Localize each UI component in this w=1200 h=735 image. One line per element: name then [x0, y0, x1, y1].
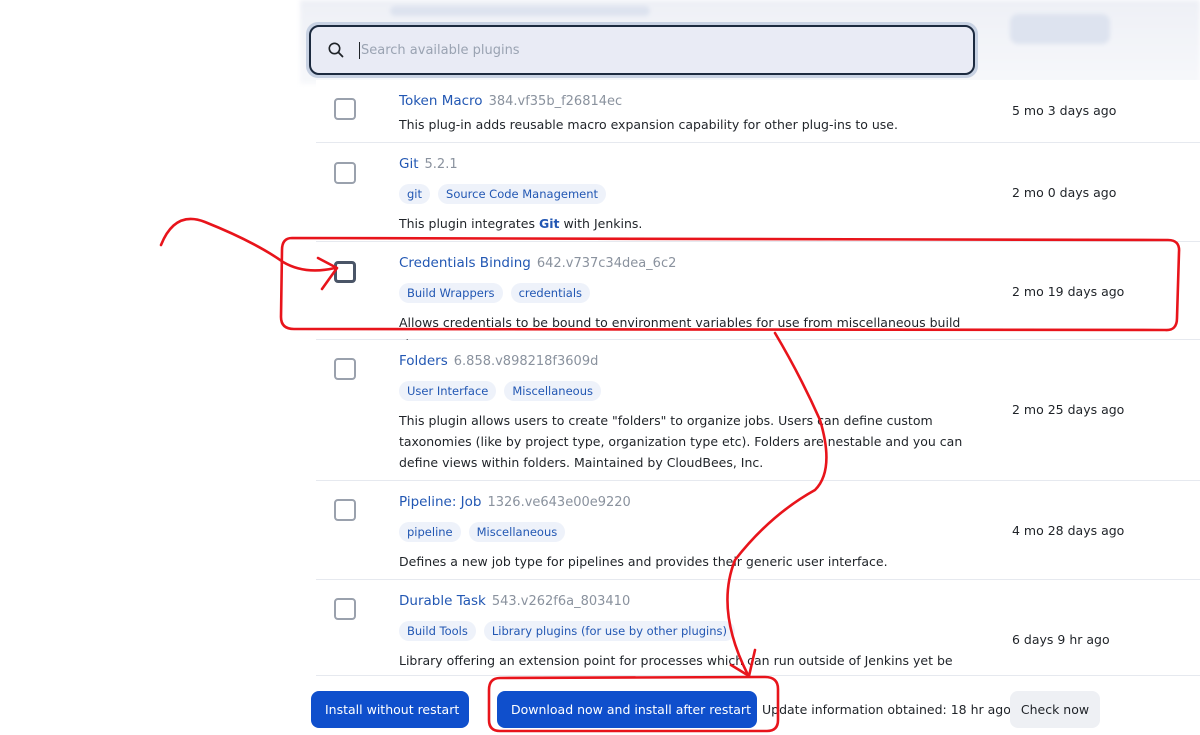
annotation-arrow-to-checkbox: [159, 217, 337, 272]
plugin-name-link[interactable]: Durable Task: [399, 593, 486, 609]
check-now-button[interactable]: Check now: [1010, 691, 1100, 728]
plugin-tags: Build Tools Library plugins (for use by …: [399, 621, 989, 641]
plugin-released: 2 mo 0 days ago: [1012, 185, 1117, 200]
plugin-tag[interactable]: Miscellaneous: [468, 522, 566, 542]
plugin-released: 2 mo 25 days ago: [1012, 402, 1125, 417]
plugin-version: 384.vf35b_f26814ec: [488, 94, 623, 109]
plugin-info: Folders 6.858.v898218f3609d User Interfac…: [399, 352, 989, 473]
plugin-info: Git 5.2.1 git Source Code Management This…: [399, 155, 989, 234]
git-link[interactable]: Git: [539, 216, 560, 231]
plugin-tags: Build Wrappers credentials: [399, 283, 989, 303]
plugin-row-token-macro: Token Macro 384.vf35b_f26814ec This plug-…: [316, 80, 1200, 143]
plugin-tag[interactable]: Miscellaneous: [504, 381, 601, 401]
search-focus-ring: [306, 22, 978, 78]
install-without-restart-button[interactable]: Install without restart: [311, 691, 469, 728]
search-icon: [328, 42, 344, 58]
plugin-row-durable-task: Durable Task 543.v262f6a_803410 Build Too…: [316, 580, 1200, 676]
plugin-row-pipeline-job: Pipeline: Job 1326.ve643e00e9220 pipeline…: [316, 481, 1200, 580]
plugin-tag[interactable]: Build Tools: [399, 621, 476, 641]
plugin-tags: git Source Code Management: [399, 184, 989, 204]
plugin-tag[interactable]: pipeline: [399, 522, 461, 542]
search-input[interactable]: [359, 41, 943, 59]
plugin-manager-page: Token Macro 384.vf35b_f26814ec This plug-…: [0, 0, 1200, 735]
plugin-name-link[interactable]: Pipeline: Job: [399, 494, 481, 510]
plugin-tag[interactable]: git: [399, 184, 431, 204]
plugin-tag[interactable]: User Interface: [399, 381, 497, 401]
plugin-released: 6 days 9 hr ago: [1012, 632, 1110, 647]
plugin-name-link[interactable]: Credentials Binding: [399, 255, 531, 271]
description-text: with Jenkins.: [559, 216, 643, 231]
plugin-version: 6.858.v898218f3609d: [453, 354, 599, 369]
plugin-name-link[interactable]: Folders: [399, 353, 448, 369]
plugin-info: Token Macro 384.vf35b_f26814ec This plug-…: [399, 92, 989, 135]
plugin-tag[interactable]: Build Wrappers: [399, 283, 503, 303]
download-and-install-after-restart-button[interactable]: Download now and install after restart: [497, 691, 757, 728]
plugin-description: Library offering an extension point for …: [399, 653, 953, 668]
plugin-info: Durable Task 543.v262f6a_803410 Build Too…: [399, 592, 989, 671]
plugin-tags: User Interface Miscellaneous: [399, 381, 989, 401]
plugin-released: 5 mo 3 days ago: [1012, 103, 1117, 118]
plugin-tag[interactable]: Library plugins (for use by other plugin…: [483, 621, 736, 641]
update-info-text: Update information obtained: 18 hr ago: [762, 702, 1011, 717]
plugin-list: Token Macro 384.vf35b_f26814ec This plug-…: [316, 80, 1200, 676]
plugin-row-git: Git 5.2.1 git Source Code Management This…: [316, 143, 1200, 242]
plugin-version: 1326.ve643e00e9220: [487, 495, 631, 510]
plugin-description: Defines a new job type for pipelines and…: [399, 554, 888, 569]
plugin-info: Pipeline: Job 1326.ve643e00e9220 pipeline…: [399, 493, 989, 572]
plugin-description: This plugin allows users to create "fold…: [399, 413, 963, 470]
plugin-tag[interactable]: credentials: [510, 283, 591, 303]
plugin-tags: pipeline Miscellaneous: [399, 522, 989, 542]
plugin-version: 543.v262f6a_803410: [491, 594, 631, 609]
plugin-checkbox[interactable]: [334, 499, 356, 521]
plugin-checkbox[interactable]: [334, 162, 356, 184]
plugin-description: This plugin integrates Git with Jenkins.: [399, 213, 989, 234]
plugin-checkbox[interactable]: [334, 261, 356, 283]
plugin-row-credentials-binding: Credentials Binding 642.v737c34dea_6c2 Bu…: [316, 242, 1200, 351]
plugin-checkbox[interactable]: [334, 598, 356, 620]
plugin-row-folders: Folders 6.858.v898218f3609d User Interfac…: [316, 340, 1200, 481]
plugin-released: 4 mo 28 days ago: [1012, 523, 1125, 538]
plugin-tag[interactable]: Source Code Management: [438, 184, 607, 204]
plugin-name-link[interactable]: Token Macro: [399, 93, 483, 109]
description-text: This plugin integrates: [399, 216, 539, 231]
plugin-checkbox[interactable]: [334, 358, 356, 380]
plugin-info: Credentials Binding 642.v737c34dea_6c2 Bu…: [399, 254, 989, 354]
plugin-checkbox[interactable]: [334, 98, 356, 120]
plugin-version: 642.v737c34dea_6c2: [536, 256, 677, 271]
install-action-bar: Install without restart Download now and…: [0, 676, 1200, 735]
plugin-version: 5.2.1: [424, 157, 458, 172]
plugin-released: 2 mo 19 days ago: [1012, 284, 1125, 299]
plugin-name-link[interactable]: Git: [399, 156, 419, 172]
plugin-description: This plug-in adds reusable macro expansi…: [399, 117, 898, 132]
search-box[interactable]: [309, 25, 975, 75]
